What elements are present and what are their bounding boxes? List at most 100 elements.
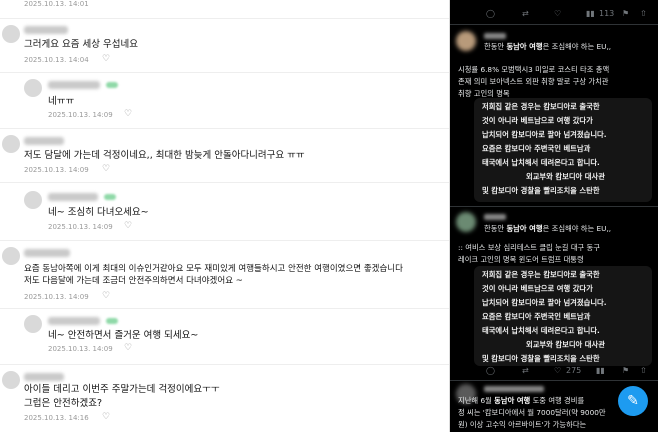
tweet-text: :: 여비스 보상 심리테스트 클립 눈길 대구 동구 xyxy=(458,243,600,252)
image-text: 것이 아니라 베트남으로 여행 갔다가 xyxy=(482,116,593,125)
tweet-text: 시청률 6.8% 모범택시3 미일로 코스티 타조 총액 xyxy=(458,65,610,74)
author-badge xyxy=(104,194,116,200)
compose-button[interactable]: ✎ xyxy=(618,386,648,416)
like-icon[interactable]: ♡ xyxy=(554,9,561,18)
comment-panel: 2025.10.13. 14:01 그러게요 요즘 세상 우섭네요 2025.1… xyxy=(0,0,450,432)
comment-item: 요즘 동남아쪽에 이게 최대의 이슈인거같아요 모두 재미있게 여행들하시고 안… xyxy=(0,240,450,307)
heart-icon[interactable]: ♡ xyxy=(124,343,132,353)
repost-icon[interactable]: ⇄ xyxy=(522,366,529,375)
comment-text-line2: 그럽은 안전하겠죠? xyxy=(24,398,102,409)
avatar[interactable] xyxy=(24,191,42,209)
avatar[interactable] xyxy=(2,25,20,43)
comment-text: 아이들 데리고 이번주 주말가는데 걱정이에요ㅜㅜ xyxy=(24,384,220,395)
comment-date: 2025.10.13. 14:09 xyxy=(48,345,113,353)
avatar[interactable] xyxy=(24,79,42,97)
comment-nickname[interactable] xyxy=(24,373,64,381)
reply-icon[interactable]: ◯ xyxy=(486,366,495,375)
image-text: 외교부와 캄보디아 대사관 xyxy=(526,172,605,181)
divider xyxy=(450,24,658,25)
image-text: 납치되어 캄보디아로 팔아 넘겨졌습니다. xyxy=(482,130,607,139)
heart-icon[interactable]: ♡ xyxy=(102,291,110,301)
comment-text: 그러게요 요즘 세상 우섭네요 xyxy=(24,39,138,50)
repost-icon[interactable]: ⇄ xyxy=(522,9,529,18)
views-count: 113 xyxy=(599,9,615,18)
divider xyxy=(450,206,658,207)
comment-date: 2025.10.13. 14:04 xyxy=(24,56,89,64)
avatar[interactable] xyxy=(2,135,20,153)
comment-item: 아이들 데리고 이번주 주말가는데 걱정이에요ㅜㅜ 그럽은 안전하겠죠? 202… xyxy=(0,364,450,432)
comment-text: 저도 담달에 가는데 걱정이네요,, 최대한 밤늦게 안돌아다니려구요 ㅠㅠ xyxy=(24,150,305,161)
tweet-text: 존재 의미 보아넥스트 외판 취향 말로 구상 가치관 xyxy=(458,77,609,86)
tweet-text: 지난해 6월 동남아 여행 도중 여행 경비를 xyxy=(458,396,585,405)
image-text: 태국에서 납치해서 데려온다고 합니다. xyxy=(482,158,600,167)
image-text: 외교부와 캄보디아 대사관 xyxy=(526,340,605,349)
comment-text: 네~ 조심히 다녀오세요~ xyxy=(48,207,149,218)
author-badge xyxy=(106,318,118,324)
heart-icon[interactable]: ♡ xyxy=(102,164,110,174)
comment-item: 저도 담달에 가는데 걱정이네요,, 최대한 밤늦게 안돌아다니려구요 ㅠㅠ 2… xyxy=(0,128,450,179)
tweet-author[interactable] xyxy=(484,386,544,392)
comment-text: 네ㅠㅠ xyxy=(48,96,75,107)
comment-nickname[interactable] xyxy=(48,81,100,89)
comment-text-line2: 저도 다음달에 가는데 조금더 안전주의하면서 다녀야겠어요 ~ xyxy=(24,276,243,286)
avatar[interactable] xyxy=(456,31,476,51)
tweet-author[interactable] xyxy=(484,214,506,220)
comment-nickname[interactable] xyxy=(24,137,64,145)
comment-item: 2025.10.13. 14:01 xyxy=(0,0,450,20)
divider xyxy=(450,380,658,381)
heart-icon[interactable]: ♡ xyxy=(102,412,110,422)
image-text: 것이 아니라 베트남으로 여행 갔다가 xyxy=(482,284,593,293)
image-text: 및 캄보디아 경찰을 빨리조치을 스탄한 xyxy=(482,186,600,195)
image-text: 태국에서 납치해서 데려온다고 합니다. xyxy=(482,326,600,335)
image-text: 저희집 같은 경우는 캄보디아로 출국한 xyxy=(482,270,600,279)
comment-date: 2025.10.13. 14:16 xyxy=(24,414,89,422)
bookmark-icon[interactable]: ⚑ xyxy=(622,366,629,375)
tweet-text: 레이크 고인의 명복 윈도어 트럼프 대통령 xyxy=(458,255,584,264)
feather-icon: ✎ xyxy=(627,393,639,409)
bookmark-icon[interactable]: ⚑ xyxy=(622,9,629,18)
tweet-author[interactable] xyxy=(484,33,506,39)
comment-date: 2025.10.13. 14:01 xyxy=(24,0,89,8)
comment-item: 네~ 안전하면서 즐거운 여행 되세요~ 2025.10.13. 14:09 ♡ xyxy=(0,308,450,363)
image-text: 요즘은 캄보디아 주변국인 베트남과 xyxy=(482,312,591,321)
comment-date: 2025.10.13. 14:09 xyxy=(48,111,113,119)
comment-nickname[interactable] xyxy=(48,193,98,201)
comment-nickname[interactable] xyxy=(48,317,100,325)
comment-item: 네ㅠㅠ 2025.10.13. 14:09 ♡ xyxy=(0,72,450,125)
image-text: 저희집 같은 경우는 캄보디아로 출국한 xyxy=(482,102,600,111)
author-badge xyxy=(106,82,118,88)
views-icon: ▮▮ xyxy=(586,9,595,18)
like-count: 275 xyxy=(566,366,582,375)
tweet-image[interactable]: 저희집 같은 경우는 캄보디아로 출국한 것이 아니라 베트남으로 여행 갔다가… xyxy=(474,266,652,366)
avatar[interactable] xyxy=(456,212,476,232)
heart-icon[interactable]: ♡ xyxy=(102,54,110,64)
comment-date: 2025.10.13. 14:09 xyxy=(48,223,113,231)
share-icon[interactable]: ⇧ xyxy=(640,9,647,18)
heart-icon[interactable]: ♡ xyxy=(124,221,132,231)
comment-item: 그러게요 요즘 세상 우섭네요 2025.10.13. 14:04 ♡ xyxy=(0,18,450,71)
tweet-title: 한동안 동남아 여행은 조심해야 하는 EU,, xyxy=(484,42,612,51)
comment-date: 2025.10.13. 14:09 xyxy=(24,293,89,301)
tweet-text: 원) 이상 고수익 아르바이트'가 가능하다는 xyxy=(458,420,587,429)
avatar[interactable] xyxy=(2,371,20,389)
share-icon[interactable]: ⇧ xyxy=(640,366,647,375)
reply-icon[interactable]: ◯ xyxy=(486,9,495,18)
comment-date: 2025.10.13. 14:09 xyxy=(24,166,89,174)
avatar[interactable] xyxy=(24,315,42,333)
image-text: 납치되어 캄보디아로 팔아 넘겨졌습니다. xyxy=(482,298,607,307)
twitter-feed-panel: ◯ ⇄ ♡ ▮▮ 113 ⚑ ⇧ 한동안 동남아 여행은 조심해야 하는 EU,… xyxy=(450,0,658,432)
tweet-action-bar: ◯ ⇄ ♡ 275 ▮▮ ⚑ ⇧ xyxy=(450,363,658,379)
heart-icon[interactable]: ♡ xyxy=(124,109,132,119)
tweet-action-bar: ◯ ⇄ ♡ ▮▮ 113 ⚑ ⇧ xyxy=(450,6,658,22)
comment-nickname[interactable] xyxy=(24,249,70,257)
image-text: 요즘은 캄보디아 주변국인 베트남과 xyxy=(482,144,591,153)
tweet-image[interactable]: 저희집 같은 경우는 캄보디아로 출국한 것이 아니라 베트남으로 여행 갔다가… xyxy=(474,98,652,202)
comment-text: 네~ 안전하면서 즐거운 여행 되세요~ xyxy=(48,330,199,341)
comment-nickname[interactable] xyxy=(24,26,68,34)
avatar[interactable] xyxy=(2,247,20,265)
tweet-text: 정 씨는 '캄보디아에서 월 7000달러(약 9000만 xyxy=(458,408,606,417)
like-icon[interactable]: ♡ xyxy=(554,366,561,375)
views-icon: ▮▮ xyxy=(596,366,605,375)
comment-item: 네~ 조심히 다녀오세요~ 2025.10.13. 14:09 ♡ xyxy=(0,182,450,239)
tweet-title: 한동안 동남아 여행은 조심해야 하는 EU,, xyxy=(484,224,612,233)
